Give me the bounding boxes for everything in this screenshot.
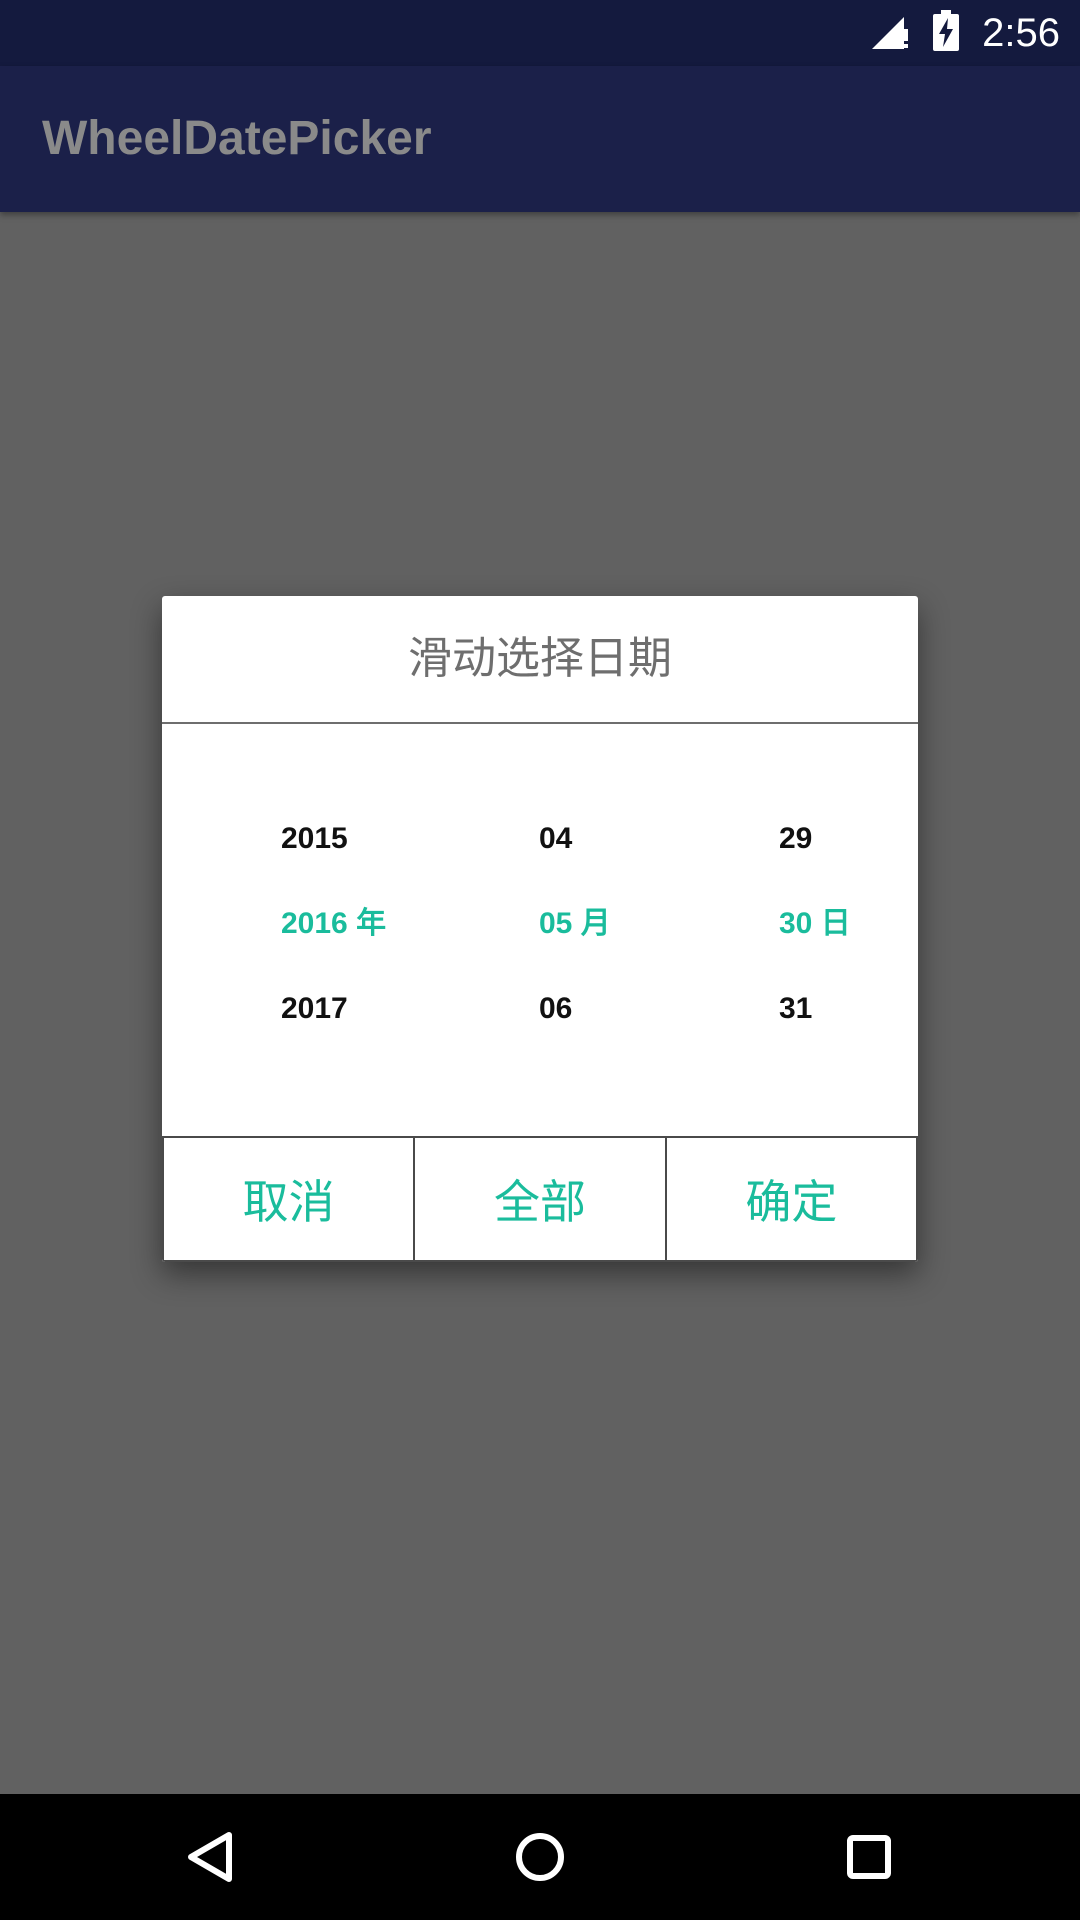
status-bar: 2:56 [0,0,1080,66]
screen: 2:56 WheelDatePicker 滑动选择日期 2015 2016 年 … [0,0,1080,1920]
year-item-selected[interactable]: 2016 年 [281,904,386,944]
day-wheel[interactable]: 29 30 日 31 [779,724,909,1132]
home-icon[interactable] [505,1822,575,1892]
app-bar: WheelDatePicker [0,66,1080,212]
navigation-bar [0,1794,1080,1920]
month-item[interactable]: 06 [539,989,572,1029]
day-item-selected[interactable]: 30 日 [779,904,851,944]
signal-alert-icon [870,11,910,55]
status-time: 2:56 [982,11,1060,55]
month-item-selected[interactable]: 05 月 [539,904,611,944]
wheel-area: 2015 2016 年 2017 04 05 月 06 29 30 日 31 [162,724,918,1132]
day-item[interactable]: 29 [779,819,812,859]
cancel-button[interactable]: 取消 [162,1136,416,1262]
month-wheel[interactable]: 04 05 月 06 [539,724,689,1132]
recents-icon[interactable] [834,1822,904,1892]
dialog-button-row: 取消 全部 确定 [162,1136,918,1262]
app-title: WheelDatePicker [42,112,432,165]
day-item[interactable]: 31 [779,989,812,1029]
back-icon[interactable] [176,1822,246,1892]
dialog-title: 滑动选择日期 [408,633,672,684]
year-wheel[interactable]: 2015 2016 年 2017 [281,724,451,1132]
month-item[interactable]: 04 [539,819,572,859]
year-item[interactable]: 2015 [281,819,348,859]
date-picker-dialog: 滑动选择日期 2015 2016 年 2017 04 05 月 06 29 30… [162,596,918,1262]
confirm-button[interactable]: 确定 [664,1136,918,1262]
year-item[interactable]: 2017 [281,989,348,1029]
battery-charging-icon [932,10,960,56]
status-icons: 2:56 [870,0,1060,66]
all-button[interactable]: 全部 [413,1136,667,1262]
